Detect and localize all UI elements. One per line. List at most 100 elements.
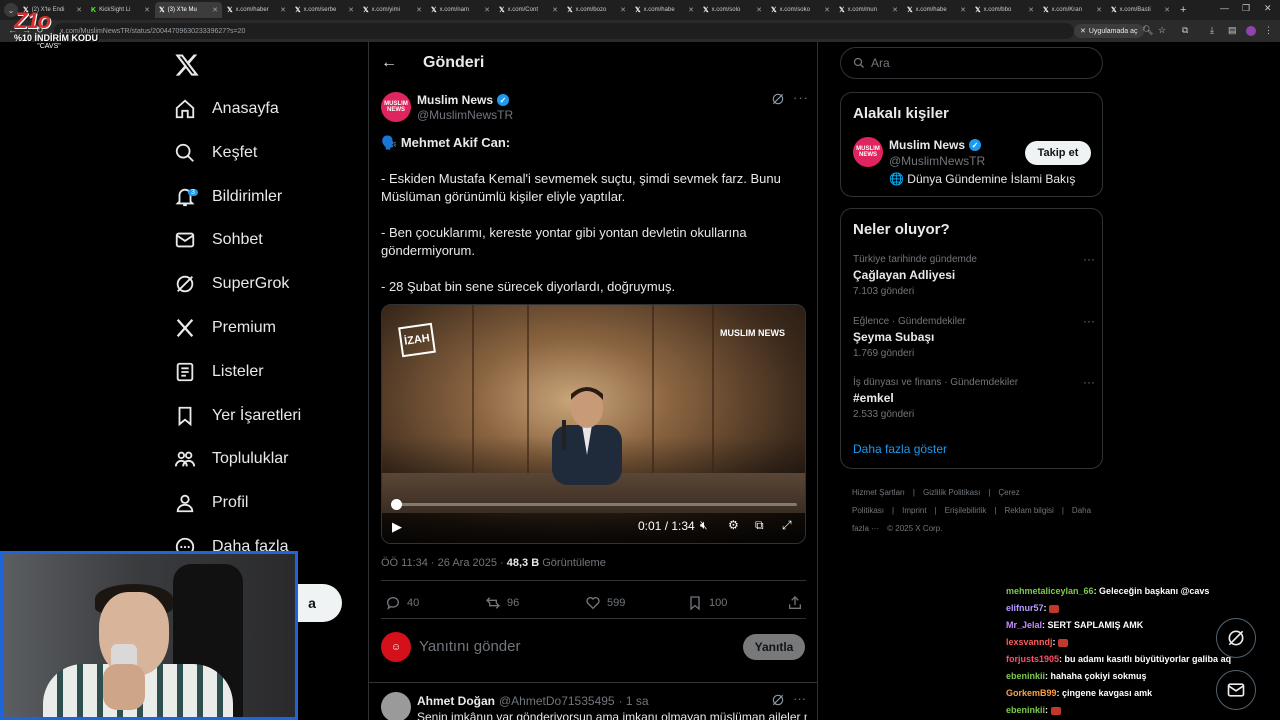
play-icon[interactable]: ▶ — [392, 519, 402, 535]
new-tab-icon[interactable]: + — [1180, 4, 1186, 16]
profile-avatar-icon[interactable] — [1246, 26, 1256, 36]
browser-tab[interactable]: 𝕏 (3) X'te Mu ✕ — [155, 2, 222, 18]
footer-link[interactable]: Gizlilik Politikası — [923, 488, 980, 497]
tab-close-icon[interactable]: ✕ — [960, 6, 966, 14]
mute-icon[interactable]: 🔇︎ — [700, 518, 708, 533]
trend-more-icon[interactable]: ··· — [1083, 375, 1095, 389]
download-icon[interactable]: ⤓ — [1210, 25, 1214, 36]
messages-float-button[interactable] — [1216, 670, 1256, 710]
browser-tab[interactable]: 𝕏x.com/nam ✕ — [427, 2, 494, 18]
sidebar-item-4[interactable]: SuperGrok — [174, 266, 289, 302]
browser-tab[interactable]: 𝕏x.com/yimi ✕ — [359, 2, 426, 18]
tab-close-icon[interactable]: ✕ — [348, 6, 354, 14]
tab-close-icon[interactable]: ✕ — [1028, 6, 1034, 14]
chat-username[interactable]: ebeninkii — [1006, 671, 1045, 681]
reply-more-icon[interactable]: ··· — [793, 691, 806, 706]
related-handle[interactable]: @MuslimNewsTR — [889, 154, 985, 168]
sidebar-item-5[interactable]: Premium — [174, 310, 276, 346]
sidebar-item-8[interactable]: Topluluklar — [174, 441, 288, 477]
browser-tab[interactable]: 𝕏x.com/Kran ✕ — [1039, 2, 1106, 18]
bookmark-action[interactable]: 100 — [687, 595, 727, 611]
tab-close-icon[interactable]: ✕ — [824, 6, 830, 14]
follow-button[interactable]: Takip et — [1025, 141, 1091, 165]
sidebar-item-9[interactable]: Profil — [174, 485, 248, 521]
trend-more-icon[interactable]: ··· — [1083, 252, 1095, 266]
back-arrow-icon[interactable]: ← — [381, 54, 397, 72]
sidepanel-icon[interactable]: ▤ — [1228, 25, 1237, 36]
trend-item[interactable]: İş dünyası ve finans · Gündemdekiler #em… — [853, 375, 1095, 420]
chat-username[interactable]: mehmetaliceylan_66 — [1006, 586, 1094, 596]
tab-close-icon[interactable]: ✕ — [552, 6, 558, 14]
tab-close-icon[interactable]: ✕ — [416, 6, 422, 14]
sidebar-item-6[interactable]: Listeler — [174, 354, 264, 390]
trend-item[interactable]: Türkiye tarihinde gündemde Çağlayan Adli… — [853, 252, 1095, 297]
browser-tab[interactable]: 𝕏x.com/bozo ✕ — [563, 2, 630, 18]
tab-close-icon[interactable]: ✕ — [212, 6, 218, 14]
current-user-avatar[interactable]: ☺ — [381, 632, 411, 662]
trend-more-icon[interactable]: ··· — [1083, 314, 1095, 328]
star-icon[interactable]: ☆ — [1158, 25, 1166, 36]
footer-link[interactable]: Reklam bilgisi — [1004, 506, 1053, 515]
browser-tab[interactable]: 𝕏x.com/Basti ✕ — [1107, 2, 1174, 18]
related-avatar[interactable]: MUSLIM NEWS — [853, 137, 883, 167]
tab-close-icon[interactable]: ✕ — [1164, 6, 1170, 14]
grok-icon[interactable] — [771, 693, 785, 707]
grok-float-button[interactable] — [1216, 618, 1256, 658]
repost-action[interactable]: 96 — [485, 595, 519, 611]
tab-close-icon[interactable]: ✕ — [688, 6, 694, 14]
trend-item[interactable]: Eğlence · Gündemdekiler Şeyma Subaşı 1.7… — [853, 314, 1095, 359]
fullscreen-icon[interactable]: ⤢ — [782, 518, 792, 533]
tab-close-icon[interactable]: ✕ — [484, 6, 490, 14]
show-more-link[interactable]: Daha fazla göster — [853, 442, 947, 456]
author-handle[interactable]: @MuslimNewsTR — [417, 108, 513, 122]
tab-close-icon[interactable]: ✕ — [144, 6, 150, 14]
footer-link[interactable]: Hizmet Şartları — [852, 488, 905, 497]
browser-tab[interactable]: 𝕏x.com/bbo ✕ — [971, 2, 1038, 18]
browser-tab[interactable]: 𝕏x.com/solo ✕ — [699, 2, 766, 18]
reply-author-handle[interactable]: @AhmetDo71535495 — [499, 694, 615, 708]
tab-close-icon[interactable]: ✕ — [620, 6, 626, 14]
search-input[interactable]: Ara — [840, 47, 1103, 79]
sidebar-item-3[interactable]: Sohbet — [174, 222, 263, 258]
browser-tab[interactable]: 𝕏x.com/mun ✕ — [835, 2, 902, 18]
tab-close-icon[interactable]: ✕ — [756, 6, 762, 14]
chat-username[interactable]: GorkemB99 — [1006, 688, 1057, 698]
browser-tab[interactable]: 𝕏x.com/haber ✕ — [223, 2, 290, 18]
chat-username[interactable]: lexsvanndj — [1006, 637, 1053, 647]
chat-username[interactable]: forjusts1905 — [1006, 654, 1059, 664]
sidebar-item-1[interactable]: Keşfet — [174, 135, 257, 171]
reply-author-avatar[interactable] — [381, 692, 411, 720]
browser-tab[interactable]: 𝕏x.com/habe ✕ — [631, 2, 698, 18]
reply-action[interactable]: 40 — [385, 595, 419, 611]
browser-tab[interactable]: 𝕏x.com/habe ✕ — [903, 2, 970, 18]
chat-username[interactable]: elifnur57 — [1006, 603, 1044, 613]
zoom-icon[interactable]: 🔍︎ — [1142, 25, 1153, 36]
tab-close-icon[interactable]: ✕ — [280, 6, 286, 14]
sidebar-item-2[interactable]: 3 Bildirimler — [174, 179, 282, 215]
close-window-icon[interactable]: ✕ — [1264, 3, 1272, 14]
post-more-icon[interactable]: ··· — [793, 90, 809, 105]
open-in-app-button[interactable]: ✕ Uygulamada aç — [1074, 24, 1144, 38]
extensions-icon[interactable]: ⧉ — [1182, 25, 1188, 36]
like-action[interactable]: 599 — [585, 595, 625, 611]
chat-username[interactable]: ebeninkii — [1006, 705, 1045, 715]
sidebar-item-7[interactable]: Yer İşaretleri — [174, 398, 301, 434]
share-action[interactable] — [787, 595, 803, 611]
menu-icon[interactable]: ⋮ — [1264, 25, 1273, 36]
pip-icon[interactable]: ⧉ — [755, 518, 764, 533]
minimize-icon[interactable]: — — [1220, 3, 1229, 13]
sidebar-item-0[interactable]: Anasayfa — [174, 91, 279, 127]
footer-link[interactable]: © 2025 X Corp. — [887, 524, 942, 533]
maximize-icon[interactable]: ❐ — [1242, 3, 1250, 14]
footer-link[interactable]: Imprint — [902, 506, 926, 515]
url-field[interactable]: x.com/MuslimNewsTR/status/20044709630233… — [54, 23, 1074, 39]
author-name[interactable]: Muslim News ✓ — [417, 93, 510, 107]
grok-icon[interactable] — [771, 92, 785, 106]
browser-tab[interactable]: 𝕏x.com/soko ✕ — [767, 2, 834, 18]
reply-button[interactable]: Yanıtla — [743, 634, 805, 660]
settings-gear-icon[interactable]: ⚙ — [728, 518, 739, 532]
video-progress-bar[interactable] — [391, 499, 797, 510]
reply-input[interactable]: Yanıtını gönder — [419, 638, 520, 655]
tab-close-icon[interactable]: ✕ — [892, 6, 898, 14]
author-avatar[interactable]: MUSLIM NEWS — [381, 92, 411, 122]
